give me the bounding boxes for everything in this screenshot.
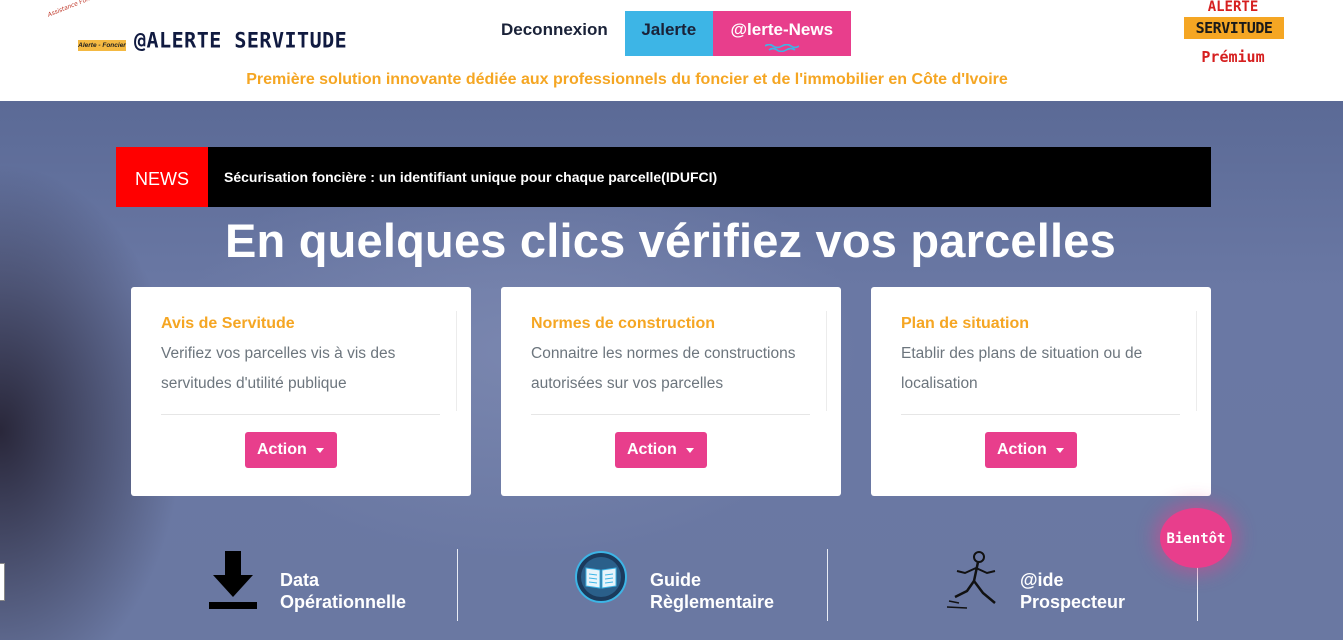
card-title: Avis de Servitude <box>161 315 295 332</box>
card-avis-servitude: Avis de Servitude Verifiez vos parcelles… <box>131 287 471 496</box>
brand-name: @ALERTE SERVITUDE <box>134 27 348 53</box>
action-button-label: Action <box>257 441 307 458</box>
premium-line1: ALERTE <box>1207 0 1259 15</box>
main-nav: Deconnexion Jalerte @lerte-News <box>484 11 851 56</box>
wave-underline-icon <box>764 44 799 52</box>
site-header: Assistance Foncière & Immobilière Alerte… <box>0 0 1343 101</box>
card-separator <box>531 414 810 415</box>
hero-title: En quelques clics vérifiez vos parcelles <box>225 214 1116 267</box>
side-tab-handle[interactable] <box>0 563 5 601</box>
feature-divider <box>827 549 828 621</box>
card-separator <box>161 414 440 415</box>
bientot-badge: Bientôt <box>1160 508 1232 568</box>
nav-deconnexion[interactable]: Deconnexion <box>484 11 625 56</box>
news-label: NEWS <box>116 147 208 207</box>
premium-logo[interactable]: ALERTE SERVITUDE Prémium <box>1178 0 1288 70</box>
card-description: Connaitre les normes de constructions au… <box>531 345 796 392</box>
premium-line2: SERVITUDE <box>1184 17 1284 39</box>
logo-arc-text: Assistance Foncière & Immobilière <box>47 0 146 40</box>
caret-down-icon <box>686 448 694 453</box>
action-dropdown-button[interactable]: Action <box>615 432 707 468</box>
card-normes-construction: Normes de construction Connaitre les nor… <box>501 287 841 496</box>
logo-badge: Assistance Foncière & Immobilière Alerte… <box>47 0 146 56</box>
book-icon <box>575 551 627 603</box>
download-icon <box>209 551 257 609</box>
feature-divider <box>457 549 458 621</box>
runner-icon <box>946 551 996 609</box>
nav-alerte-news-label: @lerte-News <box>730 20 834 39</box>
site-logo[interactable]: Assistance Foncière & Immobilière Alerte… <box>47 0 347 58</box>
logo-tag: Alerte - Foncier <box>78 40 126 51</box>
news-headline[interactable]: Sécurisation foncière : un identifiant u… <box>224 147 717 207</box>
card-divider-vertical <box>1196 311 1197 411</box>
feature-label: Data Opérationnelle <box>280 570 407 612</box>
action-button-label: Action <box>997 441 1047 458</box>
action-dropdown-button[interactable]: Action <box>245 432 337 468</box>
card-divider-vertical <box>826 311 827 411</box>
hero-section: NEWS Sécurisation foncière : un identifi… <box>0 101 1343 640</box>
card-title: Plan de situation <box>901 315 1030 332</box>
site-tagline: Première solution innovante dédiée aux p… <box>246 71 1008 88</box>
nav-alerte-news[interactable]: @lerte-News <box>712 11 851 56</box>
action-button-label: Action <box>627 441 677 458</box>
feature-label: Guide Règlementaire <box>650 570 775 612</box>
caret-down-icon <box>316 448 324 453</box>
feature-label: @ide Prospecteur <box>1020 570 1126 612</box>
card-divider-vertical <box>456 311 457 411</box>
news-ticker: NEWS Sécurisation foncière : un identifi… <box>116 147 1211 207</box>
card-plan-situation: Plan de situation Etablir des plans de s… <box>871 287 1211 496</box>
action-dropdown-button[interactable]: Action <box>985 432 1077 468</box>
nav-jalerte[interactable]: Jalerte <box>624 11 713 56</box>
caret-down-icon <box>1056 448 1064 453</box>
card-description: Verifiez vos parcelles vis à vis des ser… <box>161 345 396 392</box>
card-separator <box>901 414 1180 415</box>
premium-label: Prémium <box>1201 48 1265 66</box>
card-description: Etablir des plans de situation ou de loc… <box>901 345 1143 392</box>
card-title: Normes de construction <box>531 315 716 332</box>
